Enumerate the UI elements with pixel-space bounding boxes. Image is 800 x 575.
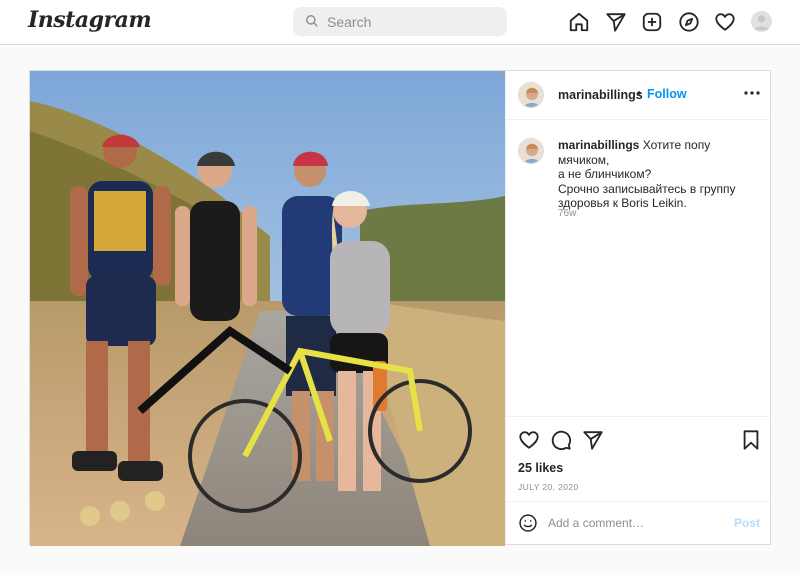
top-navbar: Instagram [0,0,800,45]
search-input[interactable] [327,7,497,36]
caption-line-2: а не блинчиком? [558,167,652,181]
author-username[interactable]: marinabillings [558,88,643,102]
comment-input[interactable] [548,511,718,535]
emoji-icon[interactable] [518,513,538,533]
more-options-icon[interactable] [742,83,762,103]
post-card: marinabillings • Follow marinabillings Х… [29,70,772,546]
direct-icon[interactable] [603,9,629,35]
post-comment-button[interactable]: Post [734,516,760,530]
profile-avatar[interactable] [751,11,772,32]
caption-text: marinabillings Хотите попу мячиком, а не… [558,138,763,211]
save-icon[interactable] [740,429,762,451]
share-icon[interactable] [582,429,604,451]
instagram-logo[interactable]: Instagram [28,7,152,33]
comment-bar: Post [506,501,772,544]
activity-icon[interactable] [712,9,738,35]
new-post-icon[interactable] [639,9,665,35]
like-icon[interactable] [518,429,540,451]
post-photo[interactable] [30,71,505,546]
author-avatar[interactable] [518,82,544,108]
follow-button[interactable]: Follow [647,87,687,101]
caption-timestamp[interactable]: 76w [558,208,576,219]
search-box[interactable] [293,7,507,36]
caption-line-3: Срочно записывайтесь в группу [558,181,736,196]
search-icon [306,15,318,27]
explore-icon[interactable] [676,9,702,35]
post-actions: 25 likes JULY 20, 2020 [506,416,772,501]
nav-icons [566,9,749,35]
caption-line-4: здоровья к Boris Leikin. [558,196,687,210]
home-icon[interactable] [566,9,592,35]
caption-avatar[interactable] [518,138,544,164]
separator-dot: • [637,86,642,100]
comment-icon[interactable] [550,429,572,451]
caption-username[interactable]: marinabillings [558,138,639,152]
caption-section: marinabillings Хотите попу мячиком, а не… [506,120,772,416]
likes-count[interactable]: 25 likes [518,461,563,475]
post-side-panel: marinabillings • Follow marinabillings Х… [505,71,772,544]
post-date[interactable]: JULY 20, 2020 [518,482,579,492]
post-header: marinabillings • Follow [506,71,772,120]
